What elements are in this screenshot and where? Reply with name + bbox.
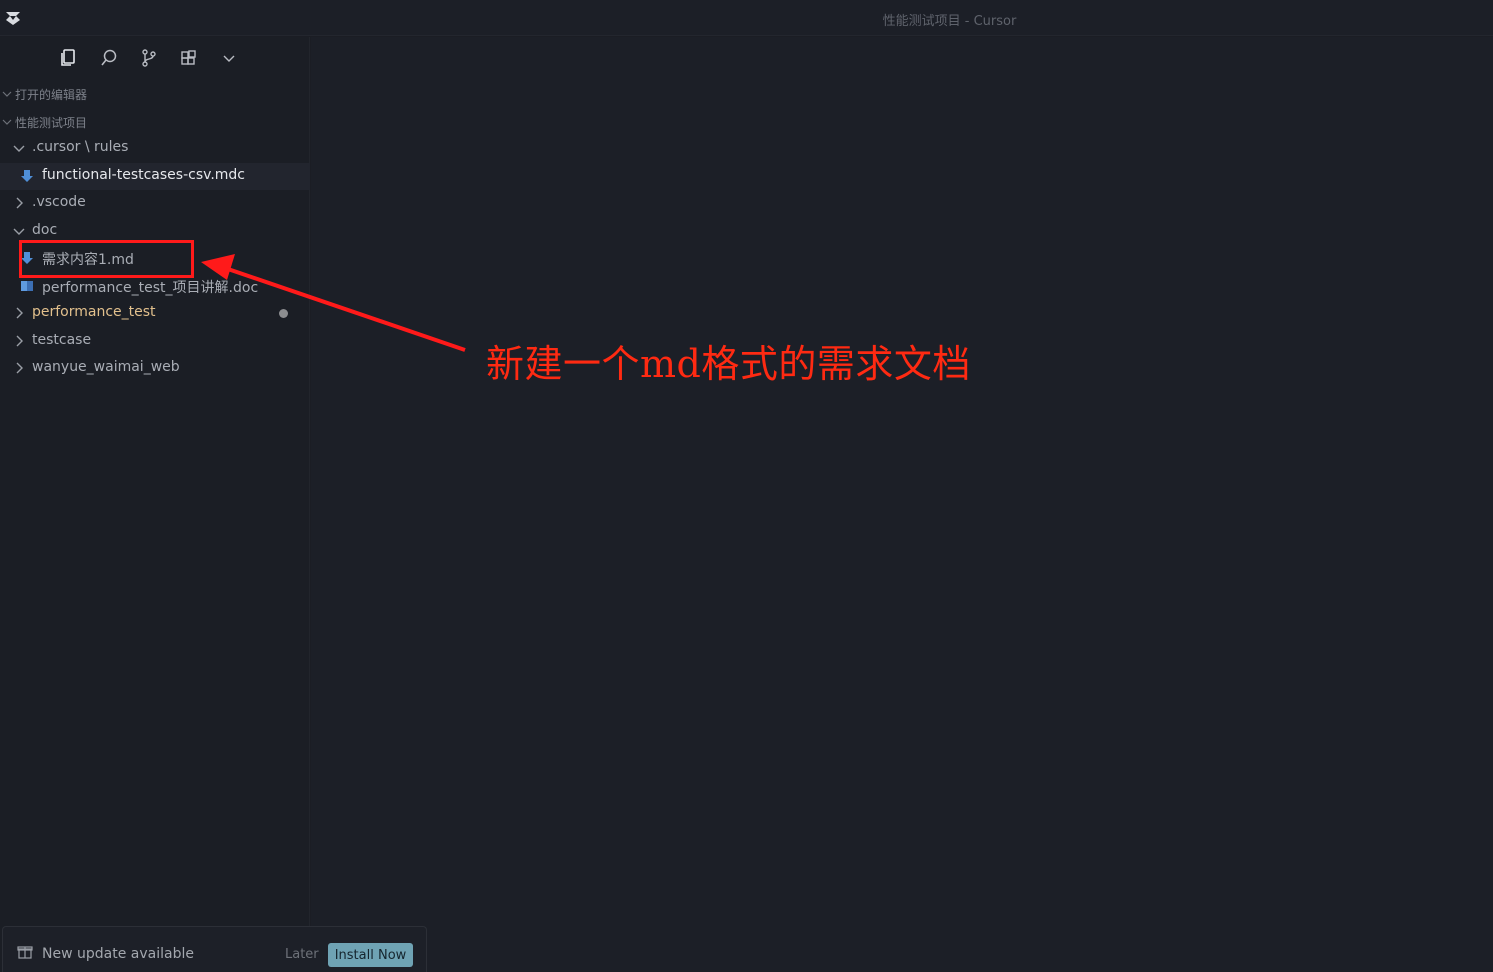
section-label: 打开的编辑器 <box>15 87 88 102</box>
folder-label: wanyue_waimai_web <box>32 359 180 375</box>
folder-label: performance_test <box>32 304 156 320</box>
chevron-down-icon[interactable] <box>218 47 240 69</box>
chevron-right-icon <box>16 197 23 209</box>
section-label: 性能测试项目 <box>15 115 88 130</box>
chevron-right-icon <box>16 362 23 374</box>
tree-file-mdc[interactable]: functional-testcases-csv.mdc <box>0 163 310 190</box>
tree-folder-cursor-rules[interactable]: .cursor \ rules <box>0 135 310 162</box>
chevron-down-icon <box>13 228 25 235</box>
chevron-down-icon <box>2 91 12 97</box>
search-icon[interactable] <box>98 47 120 69</box>
window-title: 性能测试项目 - Cursor <box>882 14 1017 29</box>
markdown-file-icon <box>21 170 33 182</box>
extensions-icon[interactable] <box>178 47 200 69</box>
source-control-icon[interactable] <box>138 47 160 69</box>
folder-label: testcase <box>32 332 92 348</box>
word-document-icon <box>21 281 33 291</box>
chevron-right-icon <box>16 335 23 347</box>
annotation-text: 新建一个md格式的需求文档 <box>486 342 971 386</box>
section-project[interactable]: 性能测试项目 <box>0 111 310 133</box>
title-bar: 性能测试项目 - Cursor <box>0 0 1493 36</box>
later-button[interactable]: Later <box>285 947 319 962</box>
section-open-editors[interactable]: 打开的编辑器 <box>0 83 310 105</box>
file-label: functional-testcases-csv.mdc <box>42 167 245 183</box>
annotation-arrow-icon <box>201 254 466 352</box>
update-toast: New update available Later Install Now <box>2 926 427 972</box>
activity-bar <box>0 37 310 79</box>
explorer-sidebar: 打开的编辑器 性能测试项目 .cursor \ rules functional… <box>0 37 310 972</box>
folder-label: .cursor \ rules <box>32 139 129 155</box>
folder-label: .vscode <box>32 194 86 210</box>
explorer-icon[interactable] <box>57 47 79 69</box>
tree-folder-vscode[interactable]: .vscode <box>0 190 310 217</box>
annotation-highlight-box <box>19 240 194 278</box>
chevron-right-icon <box>16 307 23 319</box>
install-now-button[interactable]: Install Now <box>328 943 413 967</box>
folder-label: doc <box>32 222 58 238</box>
gift-icon <box>17 946 33 959</box>
chevron-down-icon <box>13 145 25 152</box>
toast-message: New update available <box>42 946 194 962</box>
editor-area <box>311 37 1493 972</box>
chevron-down-icon <box>2 119 12 125</box>
